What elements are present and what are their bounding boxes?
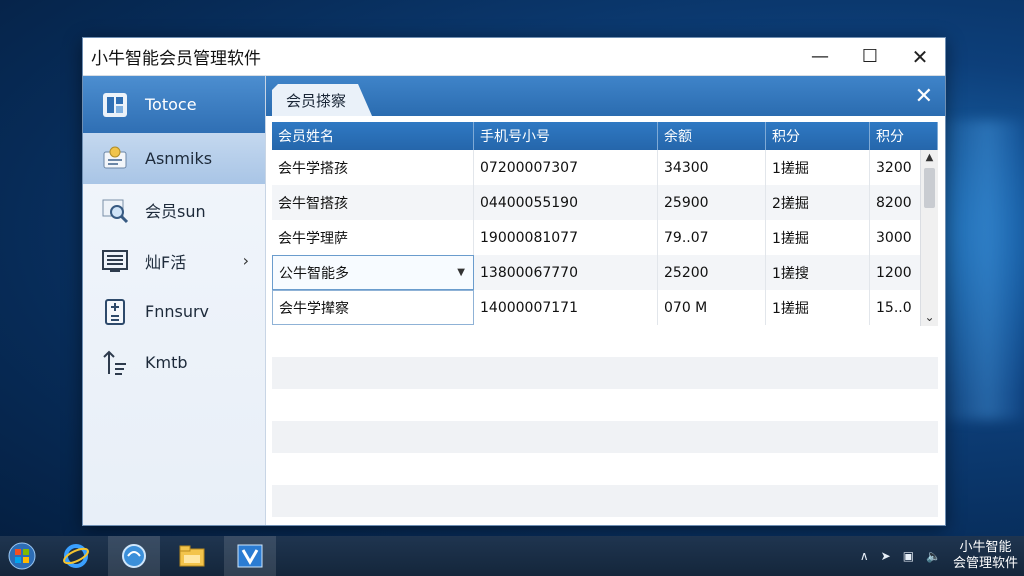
cell-balance: 34300 — [658, 150, 766, 185]
table-row[interactable]: 公牛智能多 ▼ 13800067770 25200 1搓搜 1200 — [272, 255, 938, 290]
cell-phone: 19000081077 — [474, 220, 658, 255]
chevron-up-icon[interactable]: ∧ — [860, 549, 869, 563]
cell-name: 会牛智搭孩 — [272, 185, 474, 220]
cell-points: 1搓掘 — [766, 150, 870, 185]
tab-bar: 会员搽察 ✕ — [266, 76, 945, 116]
table-row[interactable]: 会牛智搭孩 04400055190 25900 2搓掘 8200 — [272, 185, 938, 220]
cell-name: 会牛学搭孩 — [272, 150, 474, 185]
dropdown-arrow-icon[interactable]: ▼ — [457, 267, 465, 278]
scroll-up-icon[interactable]: ▲ — [921, 150, 938, 166]
member-table: 会员姓名 手机号小号 余额 积分 积分 会牛学搭孩 07200007307 34… — [272, 122, 938, 517]
app-logo-icon — [99, 89, 131, 121]
vertical-scrollbar[interactable]: ▲ ⌄ — [920, 150, 938, 326]
cell-balance: 25200 — [658, 255, 766, 290]
sidebar-item-home[interactable]: Totoce — [83, 76, 265, 133]
list-icon — [99, 245, 131, 277]
empty-row — [272, 453, 938, 485]
clock-line-1: 小牛智能 — [959, 540, 1012, 555]
sidebar-item-label: Asnmiks — [145, 149, 213, 168]
cell-balance: 25900 — [658, 185, 766, 220]
empty-row — [272, 357, 938, 389]
sidebar-item-sort[interactable]: Kmtb — [83, 337, 265, 388]
sidebar-item-finance[interactable]: Fnnsurv — [83, 286, 265, 337]
table-row[interactable]: 会牛学理萨 19000081077 79..07 1搓掘 3000 — [272, 220, 938, 255]
flag-icon[interactable]: ➤ — [881, 549, 891, 563]
cell-points: 2搓掘 — [766, 185, 870, 220]
cell-phone: 07200007307 — [474, 150, 658, 185]
sidebar-item-list[interactable]: 灿F活 › — [83, 235, 265, 286]
sidebar: Totoce Asnmiks 会员sun 灿F活 › Fnnsurv Kmtb — [83, 76, 266, 525]
main-panel: 会员搽察 ✕ 会员姓名 手机号小号 余额 积分 积分 会牛学搭孩 0720000… — [266, 76, 945, 525]
cell-phone: 13800067770 — [474, 255, 658, 290]
column-header-phone[interactable]: 手机号小号 — [474, 122, 658, 150]
member-card-icon — [99, 143, 131, 175]
window-title: 小牛智能会员管理软件 — [91, 49, 261, 69]
network-icon[interactable]: ▣ — [903, 549, 914, 563]
app-icon[interactable] — [224, 536, 276, 576]
tab-member-search[interactable]: 会员搽察 — [272, 84, 372, 116]
cell-balance: 070 M — [658, 290, 766, 325]
sidebar-item-label: Fnnsurv — [145, 302, 210, 321]
maximize-button[interactable]: ☐ — [845, 38, 895, 76]
column-header-points[interactable]: 积分 — [766, 122, 870, 150]
cell-name: 会牛学理萨 — [272, 220, 474, 255]
start-orb-icon[interactable] — [0, 536, 44, 576]
table-header: 会员姓名 手机号小号 余额 积分 积分 — [272, 122, 938, 150]
calculator-icon — [99, 296, 131, 328]
title-bar: 小牛智能会员管理软件 — ☐ ✕ — [83, 38, 945, 76]
ie-icon[interactable] — [50, 536, 102, 576]
empty-row — [272, 389, 938, 421]
scroll-down-icon[interactable]: ⌄ — [921, 310, 938, 324]
close-icon[interactable]: ✕ — [915, 84, 933, 109]
empty-row — [272, 325, 938, 357]
cell-name: 公牛智能多 — [279, 265, 349, 282]
cell-name[interactable]: 会牛学撵察 — [272, 290, 474, 325]
cell-name-dropdown[interactable]: 公牛智能多 ▼ — [272, 255, 474, 290]
sidebar-item-label: 灿F活 — [145, 252, 187, 272]
system-tray: ∧ ➤ ▣ 🔈 小牛智能 会管理软件 — [860, 536, 1018, 576]
cell-phone: 14000007171 — [474, 290, 658, 325]
empty-row — [272, 421, 938, 453]
scrollbar-thumb[interactable] — [924, 168, 935, 208]
desktop-glow — [934, 120, 1024, 420]
sort-icon — [99, 347, 131, 379]
cell-points: 1搓搜 — [766, 255, 870, 290]
taskbar: ∧ ➤ ▣ 🔈 小牛智能 会管理软件 — [0, 536, 1024, 576]
cell-points: 1搓掘 — [766, 290, 870, 325]
close-button[interactable]: ✕ — [895, 38, 945, 76]
search-icon — [99, 194, 131, 226]
column-header-name[interactable]: 会员姓名 — [272, 122, 474, 150]
cell-points: 1搓掘 — [766, 220, 870, 255]
sidebar-item-members[interactable]: Asnmiks — [83, 133, 265, 184]
empty-row — [272, 485, 938, 517]
cell-phone: 04400055190 — [474, 185, 658, 220]
clock[interactable]: 小牛智能 会管理软件 — [953, 540, 1018, 572]
column-header-balance[interactable]: 余额 — [658, 122, 766, 150]
sidebar-item-label: 会员sun — [145, 201, 206, 221]
table-row[interactable]: 会牛学撵察 14000007171 070 M 1搓掘 15..0 — [272, 290, 938, 325]
chevron-right-icon: › — [242, 251, 249, 270]
cell-balance: 79..07 — [658, 220, 766, 255]
folder-icon[interactable] — [166, 536, 218, 576]
sidebar-item-label: Kmtb — [145, 353, 188, 372]
sidebar-item-search[interactable]: 会员sun — [83, 184, 265, 235]
table-row[interactable]: 会牛学搭孩 07200007307 34300 1搓掘 3200 — [272, 150, 938, 185]
app-window: 小牛智能会员管理软件 — ☐ ✕ Totoce Asnmiks 会员sun 灿F… — [82, 37, 946, 526]
column-header-points-2[interactable]: 积分 — [870, 122, 938, 150]
volume-icon[interactable]: 🔈 — [926, 549, 941, 563]
browser-icon[interactable] — [108, 536, 160, 576]
sidebar-item-label: Totoce — [145, 95, 197, 114]
clock-line-2: 会管理软件 — [952, 556, 1018, 571]
minimize-button[interactable]: — — [795, 38, 845, 76]
